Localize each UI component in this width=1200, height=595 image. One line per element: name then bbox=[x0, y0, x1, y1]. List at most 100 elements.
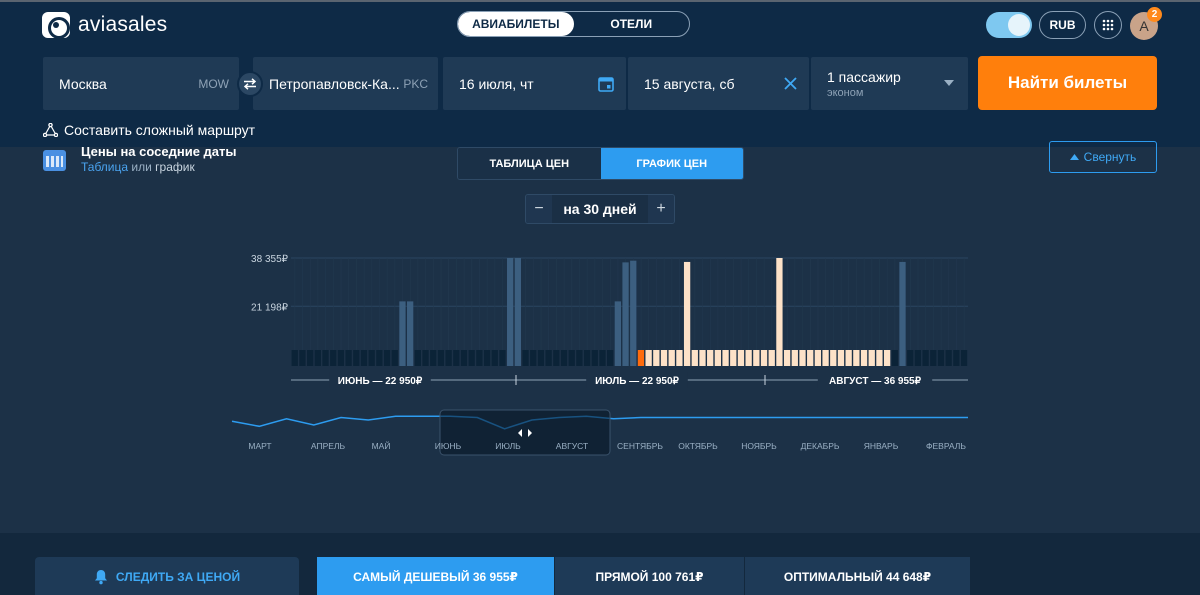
price-bar[interactable] bbox=[799, 350, 806, 366]
price-bar[interactable] bbox=[930, 350, 937, 366]
price-bar[interactable] bbox=[422, 350, 429, 366]
price-bar[interactable] bbox=[883, 350, 891, 366]
price-bar[interactable] bbox=[537, 350, 545, 366]
price-bar[interactable] bbox=[399, 301, 406, 366]
tab-price-chart[interactable]: ГРАФИК ЦЕН bbox=[600, 148, 743, 179]
price-bar[interactable] bbox=[468, 350, 475, 366]
price-bar[interactable] bbox=[514, 258, 521, 366]
price-bar[interactable] bbox=[676, 350, 683, 366]
price-bar[interactable] bbox=[922, 350, 929, 366]
theme-toggle[interactable] bbox=[986, 12, 1032, 38]
origin-field[interactable]: Москва MOW bbox=[43, 57, 239, 110]
depart-date-field[interactable]: 16 июля, чт bbox=[443, 57, 626, 110]
price-bar[interactable] bbox=[483, 350, 491, 366]
price-bar[interactable] bbox=[745, 350, 752, 366]
logo[interactable]: aviasales bbox=[42, 12, 167, 39]
price-bar[interactable] bbox=[868, 350, 875, 366]
price-bar[interactable] bbox=[522, 350, 529, 366]
price-bar[interactable] bbox=[530, 350, 537, 366]
price-bar[interactable] bbox=[791, 350, 798, 366]
price-bar[interactable] bbox=[306, 350, 314, 366]
price-bar[interactable] bbox=[383, 350, 391, 366]
price-bar[interactable] bbox=[753, 350, 760, 366]
price-bar[interactable] bbox=[360, 350, 368, 366]
tab-hotels[interactable]: ОТЕЛИ bbox=[574, 12, 690, 36]
price-bar[interactable] bbox=[437, 350, 445, 366]
price-bar[interactable] bbox=[953, 350, 960, 366]
price-bar[interactable] bbox=[299, 350, 306, 366]
price-bar[interactable] bbox=[491, 350, 498, 366]
price-bar[interactable] bbox=[822, 350, 829, 366]
range-increase-button[interactable]: + bbox=[648, 195, 674, 223]
price-bar[interactable] bbox=[568, 350, 575, 366]
price-bar[interactable] bbox=[553, 350, 560, 366]
price-bar[interactable] bbox=[960, 350, 968, 366]
return-date-field[interactable]: 15 августа, сб bbox=[628, 57, 809, 110]
price-bar[interactable] bbox=[707, 350, 714, 366]
price-bar[interactable] bbox=[291, 350, 298, 366]
tab-direct[interactable]: ПРЯМОЙ 100 761₽ bbox=[555, 557, 745, 595]
price-bar[interactable] bbox=[499, 350, 506, 366]
price-bar[interactable] bbox=[353, 350, 360, 366]
price-bar[interactable] bbox=[876, 350, 883, 366]
price-bar[interactable] bbox=[937, 350, 945, 366]
price-bar[interactable] bbox=[860, 350, 868, 366]
tab-flights[interactable]: АВИАБИЛЕТЫ bbox=[458, 12, 574, 36]
price-bar[interactable] bbox=[737, 350, 745, 366]
price-bar[interactable] bbox=[345, 350, 352, 366]
table-link[interactable]: Таблица bbox=[81, 160, 128, 174]
price-bar[interactable] bbox=[668, 350, 675, 366]
price-bar[interactable] bbox=[368, 350, 375, 366]
price-bar[interactable] bbox=[783, 350, 791, 366]
price-bar[interactable] bbox=[914, 350, 922, 366]
price-bar[interactable] bbox=[576, 350, 583, 366]
price-bar[interactable] bbox=[583, 350, 591, 366]
price-bar[interactable] bbox=[760, 350, 768, 366]
destination-field[interactable]: Петропавловск-Ка... PKC bbox=[253, 57, 438, 110]
price-bar[interactable] bbox=[768, 350, 775, 366]
price-bar[interactable] bbox=[653, 350, 660, 366]
find-tickets-button[interactable]: Найти билеты bbox=[978, 56, 1157, 110]
price-bar[interactable] bbox=[430, 350, 437, 366]
price-bar[interactable] bbox=[314, 350, 321, 366]
apps-grid-button[interactable] bbox=[1094, 11, 1122, 39]
price-bar[interactable] bbox=[814, 350, 822, 366]
tab-price-table[interactable]: ТАБЛИЦА ЦЕН bbox=[458, 148, 601, 179]
price-bar[interactable] bbox=[453, 350, 460, 366]
complex-route-link[interactable]: Составить сложный маршрут bbox=[43, 122, 255, 138]
price-bar[interactable] bbox=[660, 350, 668, 366]
price-bar[interactable] bbox=[853, 350, 860, 366]
price-bar[interactable] bbox=[899, 261, 906, 366]
price-bar[interactable] bbox=[337, 350, 345, 366]
price-bar[interactable] bbox=[776, 258, 783, 366]
price-bar[interactable] bbox=[330, 350, 337, 366]
collapse-button[interactable]: Свернуть bbox=[1049, 141, 1157, 173]
price-bar[interactable] bbox=[891, 350, 898, 366]
price-bar[interactable] bbox=[376, 350, 383, 366]
passengers-field[interactable]: 1 пассажир эконом bbox=[811, 57, 968, 110]
price-bar[interactable] bbox=[630, 260, 637, 366]
follow-price-button[interactable]: СЛЕДИТЬ ЗА ЦЕНОЙ bbox=[35, 557, 299, 595]
price-bar[interactable] bbox=[591, 350, 598, 366]
price-bar[interactable] bbox=[699, 350, 706, 366]
price-bar[interactable] bbox=[406, 301, 414, 366]
price-bar[interactable] bbox=[945, 350, 952, 366]
price-bar[interactable] bbox=[560, 350, 568, 366]
price-bar[interactable] bbox=[907, 350, 914, 366]
clear-date-icon[interactable] bbox=[784, 77, 797, 90]
price-bar[interactable] bbox=[714, 350, 722, 366]
price-bar[interactable] bbox=[683, 261, 691, 366]
price-bar[interactable] bbox=[599, 350, 606, 366]
price-bar[interactable] bbox=[691, 350, 698, 366]
tab-optimal[interactable]: ОПТИМАЛЬНЫЙ 44 648₽ bbox=[745, 557, 971, 595]
price-bar[interactable] bbox=[807, 350, 814, 366]
price-bar[interactable] bbox=[414, 350, 421, 366]
price-bar[interactable] bbox=[445, 350, 452, 366]
price-bar[interactable] bbox=[322, 350, 329, 366]
price-bar[interactable] bbox=[391, 350, 398, 366]
price-bar[interactable] bbox=[507, 258, 514, 366]
price-bar[interactable] bbox=[460, 350, 468, 366]
price-bar[interactable] bbox=[830, 350, 837, 366]
price-bar[interactable] bbox=[476, 350, 483, 366]
price-bar[interactable] bbox=[730, 350, 737, 366]
